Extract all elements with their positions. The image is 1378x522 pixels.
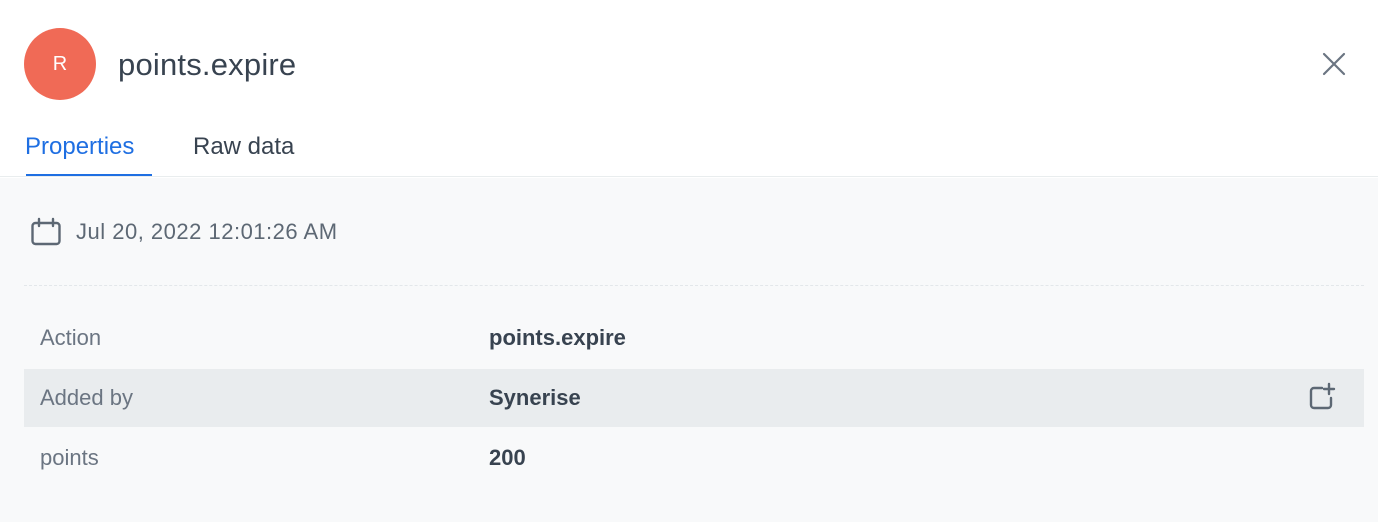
- divider: [24, 285, 1364, 286]
- property-value: Synerise: [489, 385, 581, 410]
- property-key: Added by: [40, 385, 133, 410]
- table-row: points 200: [24, 428, 1364, 488]
- calendar-icon: [31, 217, 61, 246]
- modal-header: R points.expire: [0, 0, 1378, 128]
- table-row: Action points.expire: [24, 308, 1364, 368]
- add-to-filter-icon: [1309, 382, 1336, 410]
- add-to-filter-button[interactable]: [1307, 382, 1337, 412]
- table-row[interactable]: Added by Synerise: [24, 369, 1364, 427]
- property-value: points.expire: [489, 325, 626, 350]
- avatar-initial: R: [52, 52, 68, 75]
- tab-properties[interactable]: Properties: [25, 132, 134, 162]
- close-icon: [1322, 52, 1346, 76]
- avatar: R: [24, 28, 96, 100]
- page-title: points.expire: [118, 47, 297, 82]
- event-date: Jul 20, 2022 12:01:26 AM: [30, 216, 338, 248]
- close-button[interactable]: [1316, 46, 1352, 82]
- property-key: Action: [40, 325, 102, 350]
- tab-bar: Properties Raw data: [0, 128, 1378, 177]
- event-timestamp: Jul 20, 2022 12:01:26 AM: [76, 219, 338, 244]
- active-tab-indicator: [26, 174, 152, 176]
- properties-panel: Jul 20, 2022 12:01:26 AM Action points.e…: [0, 178, 1378, 522]
- tab-raw-data[interactable]: Raw data: [193, 132, 294, 162]
- property-value: 200: [489, 445, 526, 470]
- property-key: points: [40, 445, 99, 470]
- properties-table: Action points.expire Added by Synerise p…: [24, 308, 1364, 488]
